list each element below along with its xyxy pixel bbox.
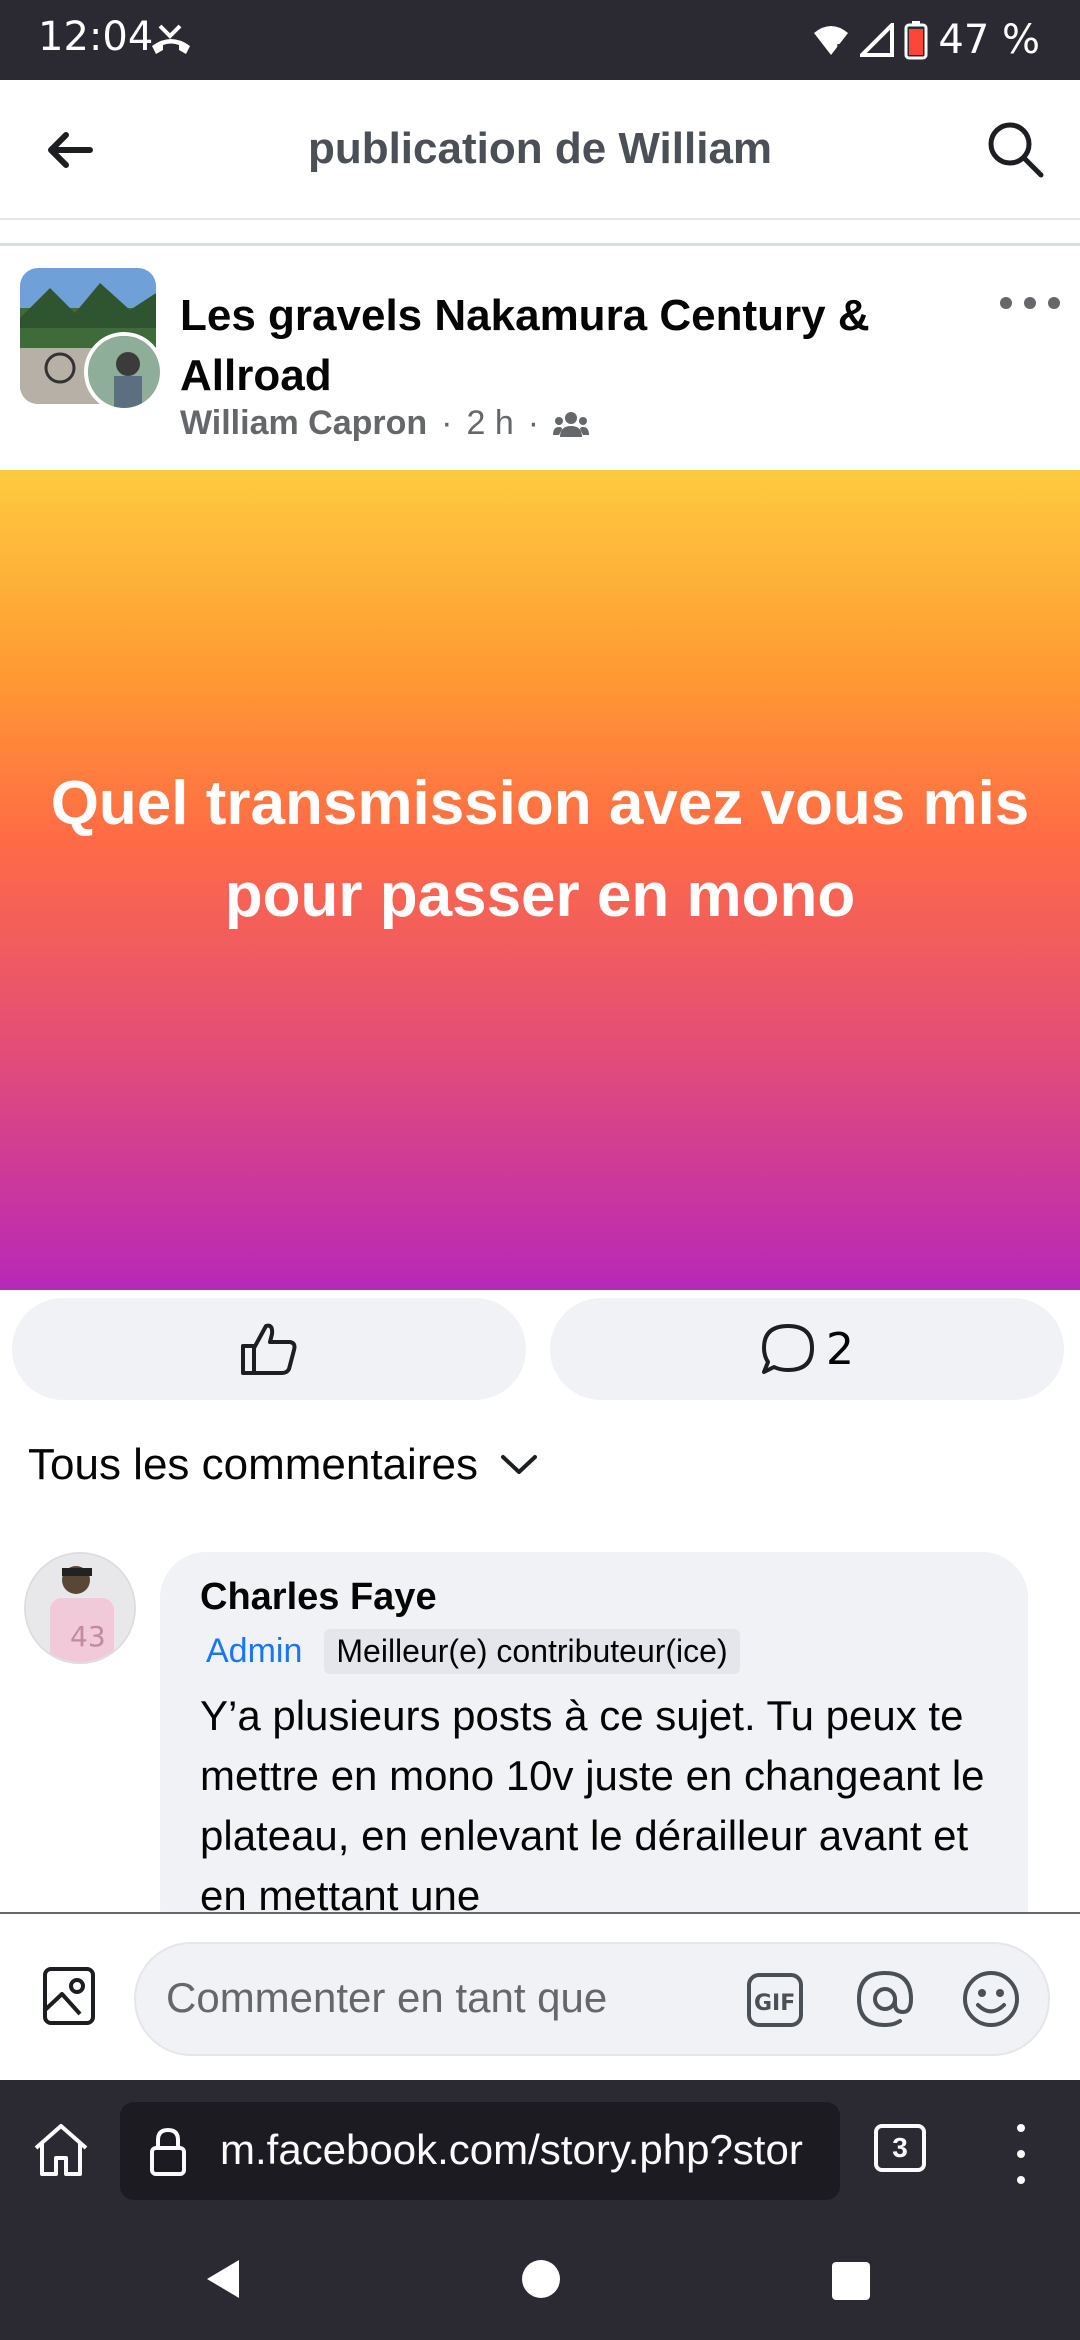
comment-count: 2 [826, 1323, 854, 1375]
comment-input[interactable]: Commenter en tant que GIF [134, 1942, 1050, 2056]
sort-label: Tous les commentaires [28, 1440, 478, 1489]
thumbs-up-icon [241, 1323, 297, 1375]
url-bar[interactable]: m.facebook.com/story.php?stor [120, 2102, 840, 2200]
post-author[interactable]: William Capron [180, 404, 427, 443]
comment-text: Y’a plusieurs posts à ce sujet. Tu peux … [200, 1692, 985, 1919]
top-header: publication de William [0, 80, 1080, 220]
commenter-avatar[interactable]: 43 [24, 1552, 136, 1664]
top-contributor-badge: Meilleur(e) contributeur(ice) [324, 1629, 740, 1674]
chevron-down-icon [500, 1455, 537, 1474]
status-icons: 5 47 % [812, 14, 1040, 66]
status-time: 12:04 [38, 14, 154, 60]
status-bar: 12:04 5 47 % [0, 0, 1080, 80]
wifi-icon: 5 [814, 26, 849, 56]
home-icon[interactable] [30, 2120, 92, 2182]
signal-icon [860, 23, 895, 57]
author-avatar[interactable] [84, 332, 164, 412]
comment-composer: Commenter en tant que GIF [0, 1912, 1080, 2080]
system-nav-bar [0, 2220, 1080, 2340]
lock-icon [150, 2127, 186, 2176]
group-name[interactable]: Les gravels Nakamura Century & Allroad [180, 286, 900, 406]
nav-recents-icon[interactable] [832, 2262, 870, 2300]
missed-call-icon [152, 24, 190, 54]
more-options-icon[interactable] [1000, 288, 1060, 318]
post-actions: 2 [0, 1296, 1080, 1404]
header-divider [0, 222, 1080, 246]
gif-icon[interactable]: GIF [746, 1972, 804, 2028]
nav-home-icon[interactable] [522, 2260, 560, 2298]
post-time: 2 h [466, 404, 514, 442]
comment-badges: Admin Meilleur(e) contributeur(ice) [200, 1629, 988, 1674]
post-meta: William Capron · 2 h · [180, 404, 590, 443]
meta-separator: · [527, 404, 540, 442]
tabs-button[interactable]: 3 [874, 2124, 926, 2172]
browser-toolbar: m.facebook.com/story.php?stor 3 [0, 2080, 1080, 2220]
svg-text:43: 43 [70, 1620, 106, 1653]
meta-separator: · [441, 404, 453, 442]
photo-icon[interactable] [40, 1964, 98, 2028]
comment-bubble: Charles Faye Admin Meilleur(e) contribut… [160, 1552, 1028, 1952]
post-header: Les gravels Nakamura Century & Allroad W… [0, 248, 1080, 470]
comment-icon [762, 1324, 814, 1374]
group-icon [553, 411, 590, 437]
url-text: m.facebook.com/story.php?stor [220, 2126, 803, 2173]
nav-back-icon[interactable] [205, 2258, 241, 2300]
comment-sort-dropdown[interactable]: Tous les commentaires [28, 1440, 538, 1490]
emoji-icon[interactable] [960, 1968, 1022, 2030]
post-content: Quel transmission avez vous mis pour pas… [0, 470, 1080, 1290]
comment-button[interactable]: 2 [550, 1298, 1064, 1400]
browser-menu-icon[interactable] [1006, 2124, 1036, 2184]
comment-placeholder: Commenter en tant que [166, 1974, 608, 2021]
search-icon[interactable] [984, 118, 1046, 180]
arrow-left-icon[interactable] [40, 120, 100, 180]
battery-percent: 47 % [938, 17, 1040, 63]
post-text: Quel transmission avez vous mis pour pas… [50, 769, 1030, 930]
like-button[interactable] [12, 1298, 526, 1400]
svg-text:5: 5 [836, 42, 844, 56]
comment-author[interactable]: Charles Faye [200, 1576, 988, 1619]
battery-icon [904, 21, 928, 60]
admin-badge: Admin [206, 1632, 303, 1670]
mention-icon[interactable] [854, 1968, 916, 2030]
page-title: publication de William [307, 124, 773, 173]
svg-text:GIF: GIF [754, 1991, 795, 2016]
